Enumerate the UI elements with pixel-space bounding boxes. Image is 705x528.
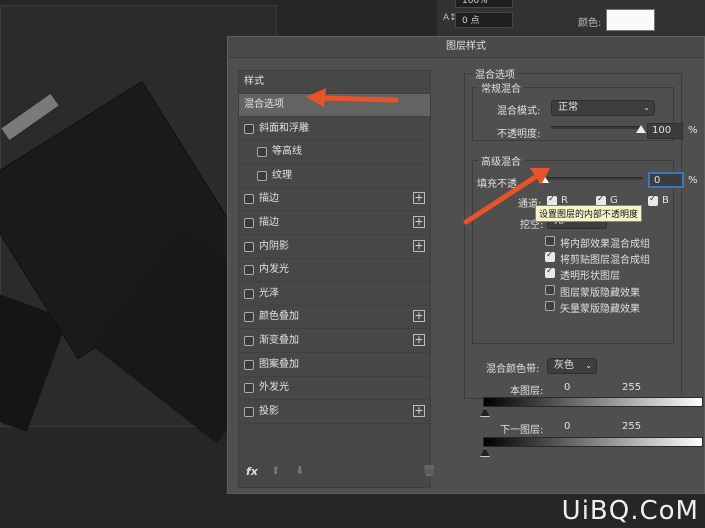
watermark: UiBQ.CoM — [561, 496, 699, 526]
arrow-to-fill-opacity — [463, 168, 550, 225]
annotation-arrows — [306, 88, 550, 225]
arrow-to-blending-options — [306, 88, 399, 107]
